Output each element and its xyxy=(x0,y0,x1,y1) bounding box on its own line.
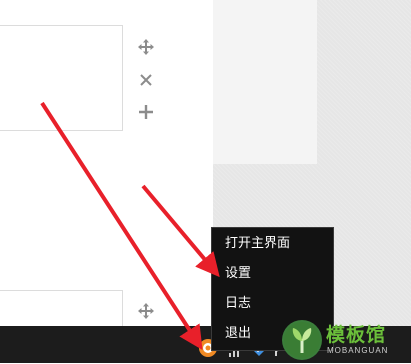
annotation-arrows xyxy=(40,101,220,351)
arrow-to-settings xyxy=(141,184,220,278)
